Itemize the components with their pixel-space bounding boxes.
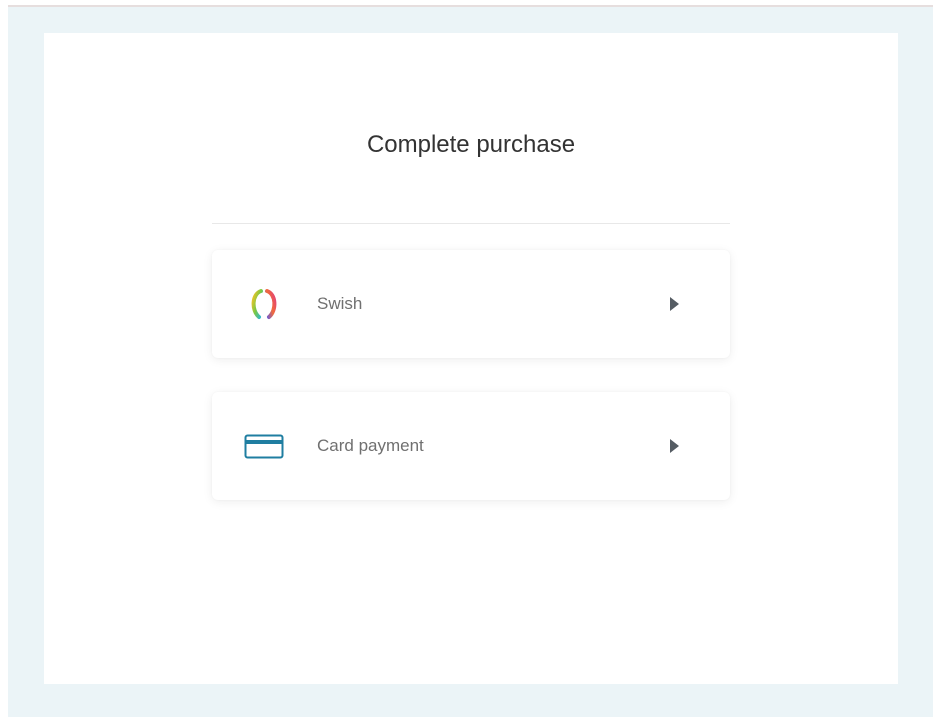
page-title: Complete purchase: [366, 131, 576, 158]
swish-logo-icon: [251, 289, 277, 319]
swish-option-label: Swish: [317, 294, 363, 313]
card-option-label: Card payment: [317, 436, 424, 455]
title-divider: [212, 223, 730, 224]
page-background: Complete purchase Swish Card payment: [8, 7, 933, 717]
chevron-right-icon: [670, 297, 679, 311]
swish-payment-option[interactable]: Swish: [212, 250, 730, 358]
credit-card-icon: [244, 434, 284, 459]
chevron-right-icon: [670, 439, 679, 453]
card-payment-option[interactable]: Card payment: [212, 392, 730, 500]
checkout-panel: Complete purchase Swish Card payment: [44, 33, 898, 684]
